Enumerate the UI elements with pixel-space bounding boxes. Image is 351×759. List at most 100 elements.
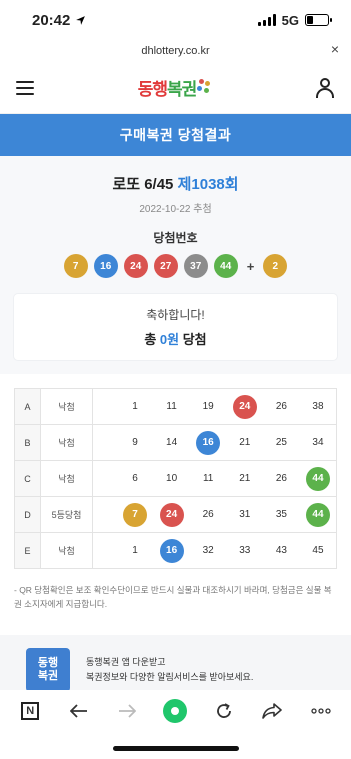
winning-ball: 16 (93, 254, 118, 278)
ticket-table-wrap: A 낙첨 1 11 19 24 26 38 B 낙첨 9 14 16 21 25 34 C 낙첨 6 10 11 21 26… (0, 374, 351, 569)
ticket-number: 33 (239, 545, 251, 556)
page-title: 구매복권 당첨결과 (119, 127, 232, 143)
ticket-number: 32 (202, 545, 214, 556)
draw-date: 2022-10-22 추첨 (139, 204, 212, 215)
ticket-row: C 낙첨 6 10 11 21 26 44 (14, 460, 337, 497)
congrats-text: 축하합니다! (146, 308, 205, 322)
total-prize: 총 0원 당첨 (144, 332, 207, 347)
location-arrow-icon (76, 15, 86, 25)
status-indicators: 5G (257, 12, 332, 28)
ticket-number: 11 (202, 473, 214, 484)
home-icon[interactable] (161, 697, 189, 725)
ticket-number: 21 (239, 473, 251, 484)
clock: 20:42 (32, 11, 71, 29)
round-number: 제1038회 (177, 176, 239, 193)
ticket-number: 38 (312, 401, 324, 412)
matched-number: 7 (123, 502, 147, 527)
url-bar[interactable]: dhlottery.co.kr × (0, 40, 351, 62)
winning-ball: 27 (153, 254, 178, 278)
more-icon[interactable] (307, 697, 335, 725)
promo-text: 동행복권 앱 다운받고 복권정보와 다양한 알림서비스를 받아보세요. (86, 657, 254, 682)
draw-round: 로또 6/45 제1038회 (14, 156, 337, 194)
ticket-number: 26 (275, 473, 287, 484)
ticket-number: 6 (132, 473, 138, 484)
ticket-number: 26 (202, 509, 214, 520)
ticket-numbers: 7 24 26 31 35 44 (92, 496, 337, 533)
ticket-number: 45 (312, 545, 324, 556)
ticket-row: B 낙첨 9 14 16 21 25 34 (14, 424, 337, 461)
site-logo[interactable]: 동행복권 (138, 75, 212, 100)
ticket-number: 43 (275, 545, 287, 556)
ticket-numbers: 1 11 19 24 26 38 (92, 388, 337, 425)
ticket-number: 25 (275, 437, 287, 448)
battery-icon (305, 14, 332, 26)
game-name: 로또 6/45 (112, 176, 174, 193)
ticket-number: 34 (312, 437, 324, 448)
network-type: 5G (281, 12, 299, 28)
ticket-table: A 낙첨 1 11 19 24 26 38 B 낙첨 9 14 16 21 25 34 C 낙첨 6 10 11 21 26… (14, 388, 337, 569)
ticket-number: 26 (275, 401, 287, 412)
bonus-ball: 2 (263, 254, 288, 278)
result-box: 축하합니다! 총 0원 당첨 (14, 294, 337, 360)
ticket-row: D 5등당첨 7 24 26 31 35 44 (14, 496, 337, 533)
matched-number: 44 (305, 502, 330, 527)
user-icon[interactable] (315, 77, 335, 98)
status-time: 20:42 (32, 12, 86, 29)
browser-toolbar: N (0, 690, 351, 732)
plus-sign: + (246, 258, 255, 274)
ticket-number: 10 (166, 473, 178, 484)
share-icon[interactable] (258, 697, 286, 725)
logo-text: 동행복권 (137, 80, 198, 99)
ticket-row: A 낙첨 1 11 19 24 26 38 (14, 388, 337, 425)
menu-icon[interactable] (16, 80, 34, 95)
rank-label: 낙첨 (40, 424, 93, 461)
winning-numbers-title: 당첨번호 (153, 231, 198, 245)
ticket-numbers: 9 14 16 21 25 34 (92, 424, 337, 461)
rank-label: 낙첨 (40, 388, 93, 425)
winning-ball: 24 (123, 254, 148, 278)
reload-icon[interactable] (210, 697, 238, 725)
matched-number: 24 (159, 502, 184, 527)
ticket-number: 31 (239, 509, 251, 520)
close-icon[interactable]: × (331, 41, 339, 57)
rank-label: 낙첨 (40, 460, 93, 497)
ticket-number: 19 (202, 401, 214, 412)
ticket-number: 14 (166, 437, 178, 448)
forward-icon[interactable] (113, 697, 141, 725)
url-text: dhlottery.co.kr (141, 45, 210, 57)
ticket-number: 1 (132, 545, 138, 556)
rank-label: 5등당첨 (40, 496, 93, 533)
home-indicator (113, 746, 239, 751)
prize-amount: 0원 (159, 332, 180, 347)
ticket-number: 1 (132, 401, 138, 412)
draw-summary: 로또 6/45 제1038회 2022-10-22 추첨 당첨번호 7 16 24 2… (0, 156, 351, 374)
game-label: E (14, 532, 41, 569)
page-banner: 구매복권 당첨결과 (0, 114, 351, 156)
ticket-numbers: 1 16 32 33 43 45 (92, 532, 337, 569)
ticket-number: 35 (275, 509, 287, 520)
status-bar: 20:42 5G (0, 0, 351, 40)
matched-number: 16 (159, 538, 184, 563)
app-logo: 동행 복권 (26, 648, 70, 692)
winning-numbers: 7 16 24 27 37 44 +2 (14, 254, 337, 278)
naver-n-icon: N (21, 702, 40, 720)
game-label: D (14, 496, 41, 533)
rank-label: 낙첨 (40, 532, 93, 569)
back-icon[interactable] (65, 697, 93, 725)
signal-icon (257, 14, 276, 26)
game-label: C (14, 460, 41, 497)
ticket-numbers: 6 10 11 21 26 44 (92, 460, 337, 497)
winning-ball: 44 (213, 254, 238, 278)
winning-ball: 7 (63, 254, 88, 278)
ticket-number: 21 (239, 437, 251, 448)
ticket-number: 11 (166, 401, 177, 412)
ticket-number: 9 (132, 437, 138, 448)
matched-number: 16 (196, 430, 221, 455)
matched-number: 44 (305, 466, 330, 491)
logo-mark-icon (197, 78, 211, 97)
matched-number: 24 (232, 394, 257, 419)
notice-text: - QR 당첨확인은 보조 확인수단이므로 반드시 실물과 대조하시기 바라며,… (0, 569, 351, 625)
naver-home-button[interactable]: N (16, 697, 44, 725)
game-label: A (14, 388, 41, 425)
winning-ball: 37 (183, 254, 208, 278)
